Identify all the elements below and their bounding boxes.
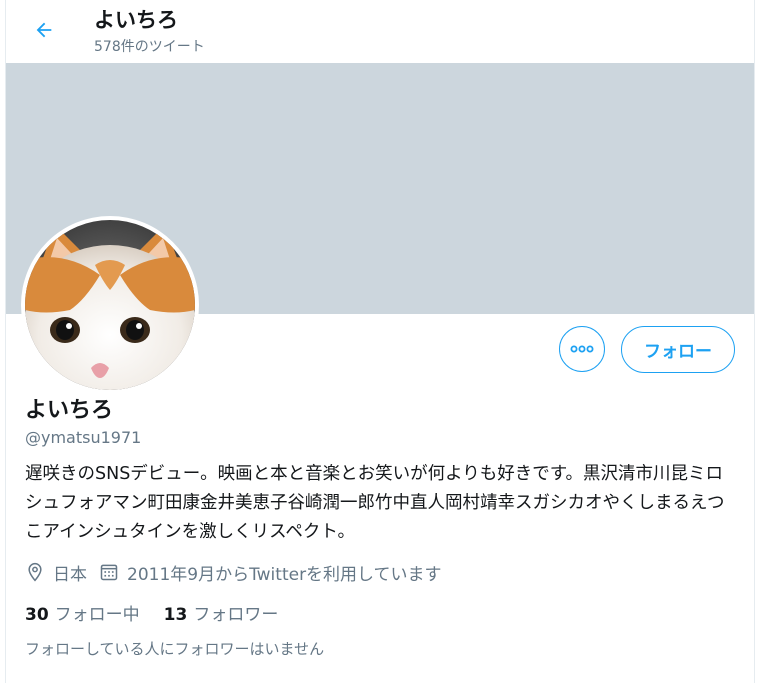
follow-stats: 30 フォロー中 13 フォロワー [25, 599, 302, 625]
following-count: 30 [25, 604, 49, 625]
following-label: フォロー中 [54, 604, 140, 625]
joined-item: 2011年9月からTwitterを利用しています [99, 560, 442, 585]
display-name: よいちろ [25, 398, 114, 423]
avatar-image [25, 220, 195, 390]
following-link[interactable]: 30 フォロー中 [25, 600, 140, 625]
calendar-icon [100, 564, 118, 581]
location-pin-icon [28, 562, 42, 582]
header-name: よいちろ [94, 8, 178, 32]
profile-bio: 遅咲きのSNSデビュー。映画と本と音楽とお笑いが何よりも好きです。黒沢清市川昆ミ… [25, 464, 725, 542]
mutual-followers-note: フォローしている人にフォロワーはいません [25, 640, 325, 658]
location-text: 日本 [53, 564, 87, 585]
page: よいちろ 578件のツイート フォロー よいちろ @ymatsu1971 遅咲き… [0, 0, 763, 683]
followers-count: 13 [163, 604, 188, 625]
profile-column: よいちろ 578件のツイート フォロー よいちろ @ymatsu1971 遅咲き… [5, 0, 755, 683]
follow-button[interactable]: フォロー [621, 326, 735, 373]
location-item: 日本 [25, 560, 87, 585]
top-bar: よいちろ 578件のツイート [6, 0, 754, 63]
back-arrow-icon [36, 22, 52, 38]
back-button[interactable] [28, 14, 60, 46]
avatar[interactable] [21, 216, 199, 394]
user-handle: @ymatsu1971 [25, 428, 142, 447]
tweet-count: 578件のツイート [94, 39, 205, 55]
more-options-button[interactable] [559, 326, 605, 372]
profile-meta: 日本 2011年9月からTwitterを利用しています [25, 560, 454, 585]
followers-link[interactable]: 13 フォロワー [164, 600, 279, 625]
kitten-avatar-picture [25, 220, 195, 390]
followers-label: フォロワー [193, 604, 279, 625]
joined-text: 2011年9月からTwitterを利用しています [127, 564, 442, 585]
more-icon [570, 345, 594, 353]
